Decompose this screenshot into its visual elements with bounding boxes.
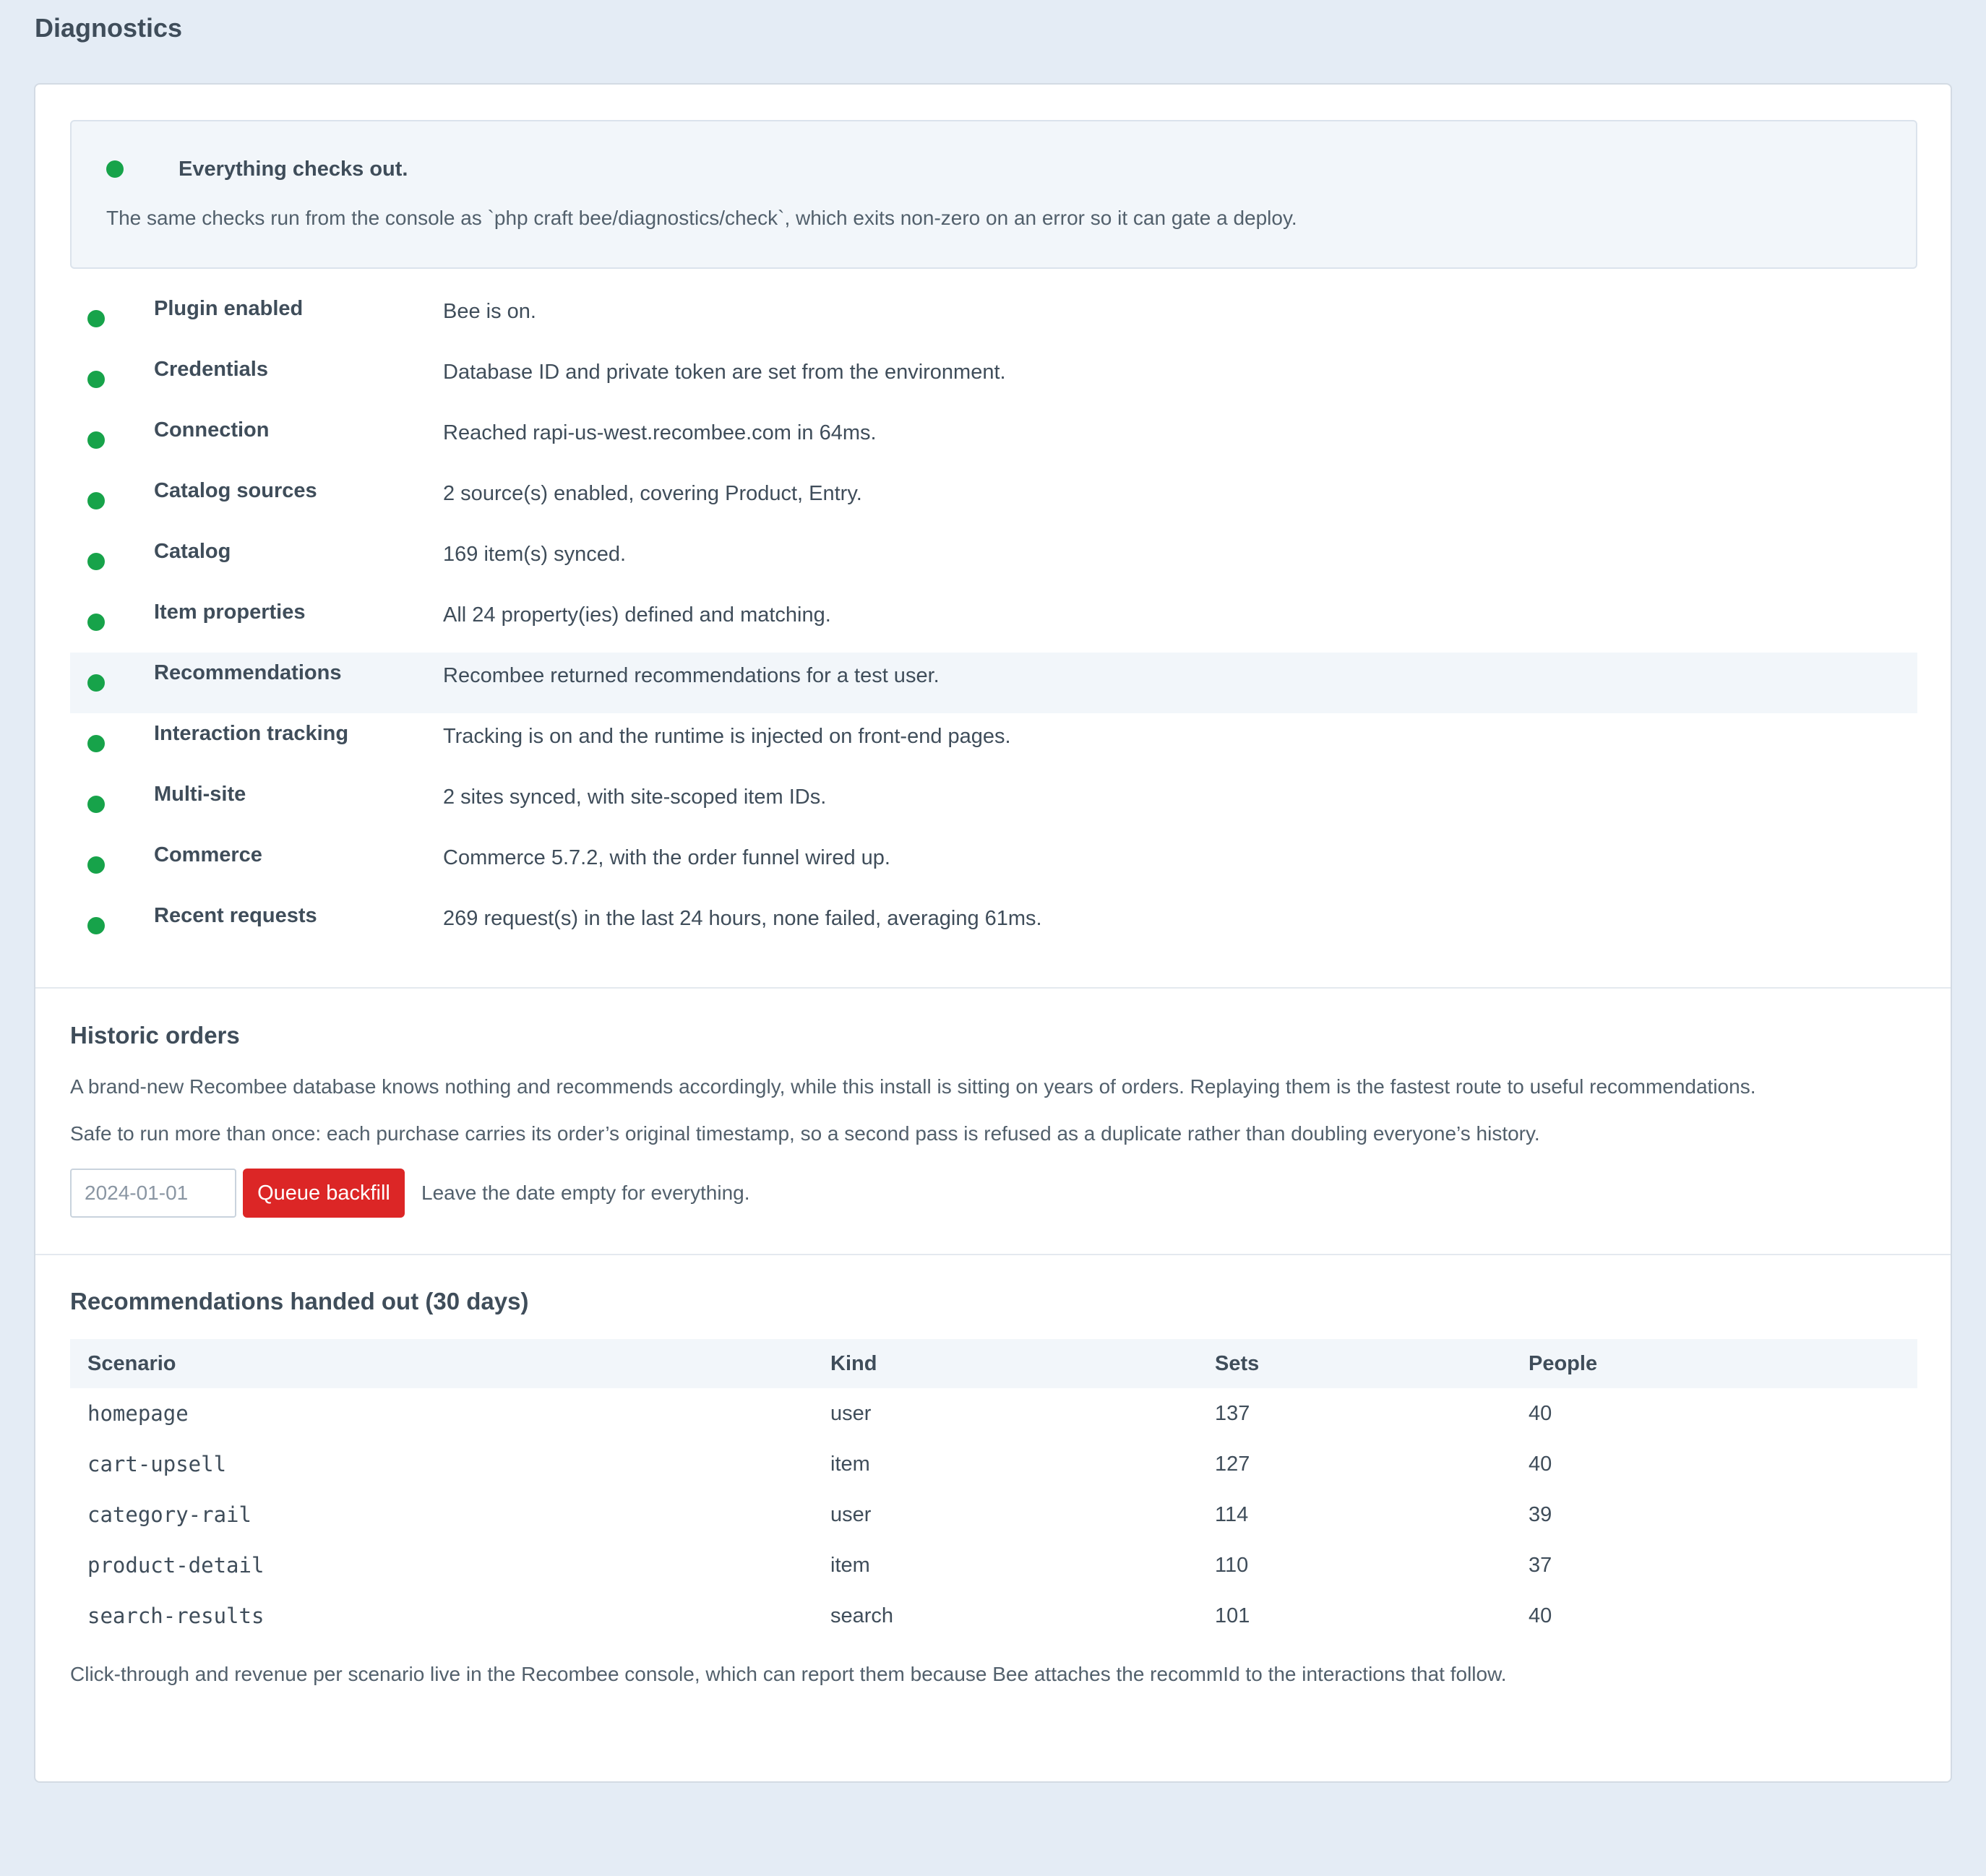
kind-cell: user: [830, 1502, 872, 1526]
check-name: Interaction tracking: [154, 722, 349, 745]
table-row: category-rail user 114 39: [70, 1489, 1917, 1540]
check-list: Plugin enabled Bee is on. Credentials Da…: [70, 288, 1917, 956]
column-header-people: People: [1511, 1339, 1917, 1388]
diagnostics-card: Everything checks out. The same checks r…: [34, 83, 1952, 1783]
check-row: Catalog sources 2 source(s) enabled, cov…: [70, 470, 1917, 531]
status-ok-icon: [106, 160, 124, 178]
check-row: Recommendations Recombee returned recomm…: [70, 653, 1917, 713]
status-ok-icon: [87, 614, 105, 631]
people-cell: 39: [1529, 1502, 1552, 1526]
check-name: Catalog sources: [154, 479, 317, 502]
status-ok-icon: [87, 431, 105, 449]
kind-cell: item: [830, 1553, 870, 1577]
status-ok-icon: [87, 371, 105, 388]
check-detail: All 24 property(ies) defined and matchin…: [443, 603, 831, 627]
people-cell: 40: [1529, 1401, 1552, 1425]
check-name: Recent requests: [154, 904, 317, 927]
check-detail: Database ID and private token are set fr…: [443, 361, 1006, 384]
historic-orders-note: Safe to run more than once: each purchas…: [70, 1122, 1540, 1145]
check-detail: Reached rapi-us-west.recombee.com in 64m…: [443, 421, 877, 444]
status-ok-icon: [87, 674, 105, 692]
check-row: Connection Reached rapi-us-west.recombee…: [70, 410, 1917, 470]
table-row: search-results search 101 40: [70, 1591, 1917, 1641]
check-row: Credentials Database ID and private toke…: [70, 349, 1917, 410]
check-row: Interaction tracking Tracking is on and …: [70, 713, 1917, 774]
sets-cell: 114: [1215, 1502, 1249, 1526]
sets-cell: 137: [1215, 1401, 1250, 1425]
check-row: Commerce Commerce 5.7.2, with the order …: [70, 835, 1917, 895]
status-ok-icon: [87, 796, 105, 813]
page-title: Diagnostics: [35, 13, 183, 43]
column-header-sets: Sets: [1198, 1339, 1511, 1388]
status-ok-icon: [87, 735, 105, 752]
people-cell: 40: [1529, 1604, 1552, 1627]
check-detail: 169 item(s) synced.: [443, 543, 627, 566]
check-detail: 2 source(s) enabled, covering Product, E…: [443, 482, 862, 505]
people-cell: 37: [1529, 1553, 1552, 1577]
historic-orders-description: A brand-new Recombee database knows noth…: [70, 1075, 1756, 1098]
check-row: Multi-site 2 sites synced, with site-sco…: [70, 774, 1917, 835]
check-row: Recent requests 269 request(s) in the la…: [70, 895, 1917, 956]
recommendations-table: Scenario Kind Sets People homepage user …: [70, 1339, 1917, 1641]
kind-cell: search: [830, 1604, 894, 1627]
scenario-cell: product-detail: [87, 1553, 265, 1578]
check-name: Plugin enabled: [154, 297, 304, 320]
summary-panel: Everything checks out. The same checks r…: [70, 120, 1917, 269]
summary-title: Everything checks out.: [179, 158, 408, 181]
check-detail: 269 request(s) in the last 24 hours, non…: [443, 907, 1042, 930]
table-row: cart-upsell item 127 40: [70, 1439, 1917, 1489]
check-detail: Commerce 5.7.2, with the order funnel wi…: [443, 846, 890, 869]
check-detail: Bee is on.: [443, 300, 536, 323]
sets-cell: 127: [1215, 1452, 1250, 1476]
queue-backfill-button[interactable]: Queue backfill: [243, 1169, 405, 1218]
backfill-date-input[interactable]: [70, 1169, 236, 1218]
status-ok-icon: [87, 856, 105, 874]
check-row: Catalog 169 item(s) synced.: [70, 531, 1917, 592]
summary-text: The same checks run from the console as …: [106, 207, 1297, 229]
check-name: Credentials: [154, 358, 268, 381]
check-row: Item properties All 24 property(ies) def…: [70, 592, 1917, 653]
check-row: Plugin enabled Bee is on.: [70, 288, 1917, 349]
check-detail: Tracking is on and the runtime is inject…: [443, 725, 1011, 748]
check-name: Item properties: [154, 601, 306, 624]
column-header-scenario: Scenario: [70, 1339, 813, 1388]
backfill-hint: Leave the date empty for everything.: [421, 1182, 750, 1204]
column-header-kind: Kind: [813, 1339, 1198, 1388]
kind-cell: item: [830, 1452, 870, 1476]
stats-title: Recommendations handed out (30 days): [70, 1288, 529, 1315]
check-name: Catalog: [154, 540, 231, 563]
table-header-row: Scenario Kind Sets People: [70, 1339, 1917, 1388]
check-detail: Recombee returned recommendations for a …: [443, 664, 940, 687]
scenario-cell: homepage: [87, 1401, 189, 1426]
check-name: Connection: [154, 418, 270, 442]
check-name: Recommendations: [154, 661, 342, 684]
status-ok-icon: [87, 553, 105, 570]
check-name: Multi-site: [154, 783, 246, 806]
scenario-cell: search-results: [87, 1604, 265, 1628]
kind-cell: user: [830, 1401, 872, 1425]
status-ok-icon: [87, 492, 105, 509]
historic-orders-title: Historic orders: [70, 1022, 240, 1049]
sets-cell: 110: [1215, 1553, 1249, 1577]
scenario-cell: category-rail: [87, 1502, 252, 1527]
table-row: homepage user 137 40: [70, 1388, 1917, 1439]
section-divider: [35, 1254, 1951, 1255]
status-ok-icon: [87, 917, 105, 934]
check-detail: 2 sites synced, with site-scoped item ID…: [443, 786, 827, 809]
check-name: Commerce: [154, 843, 262, 866]
sets-cell: 101: [1215, 1604, 1250, 1627]
table-row: product-detail item 110 37: [70, 1540, 1917, 1591]
people-cell: 40: [1529, 1452, 1552, 1476]
status-ok-icon: [87, 310, 105, 327]
scenario-cell: cart-upsell: [87, 1452, 227, 1476]
section-divider: [35, 987, 1951, 989]
stats-footnote: Click-through and revenue per scenario l…: [70, 1663, 1507, 1685]
